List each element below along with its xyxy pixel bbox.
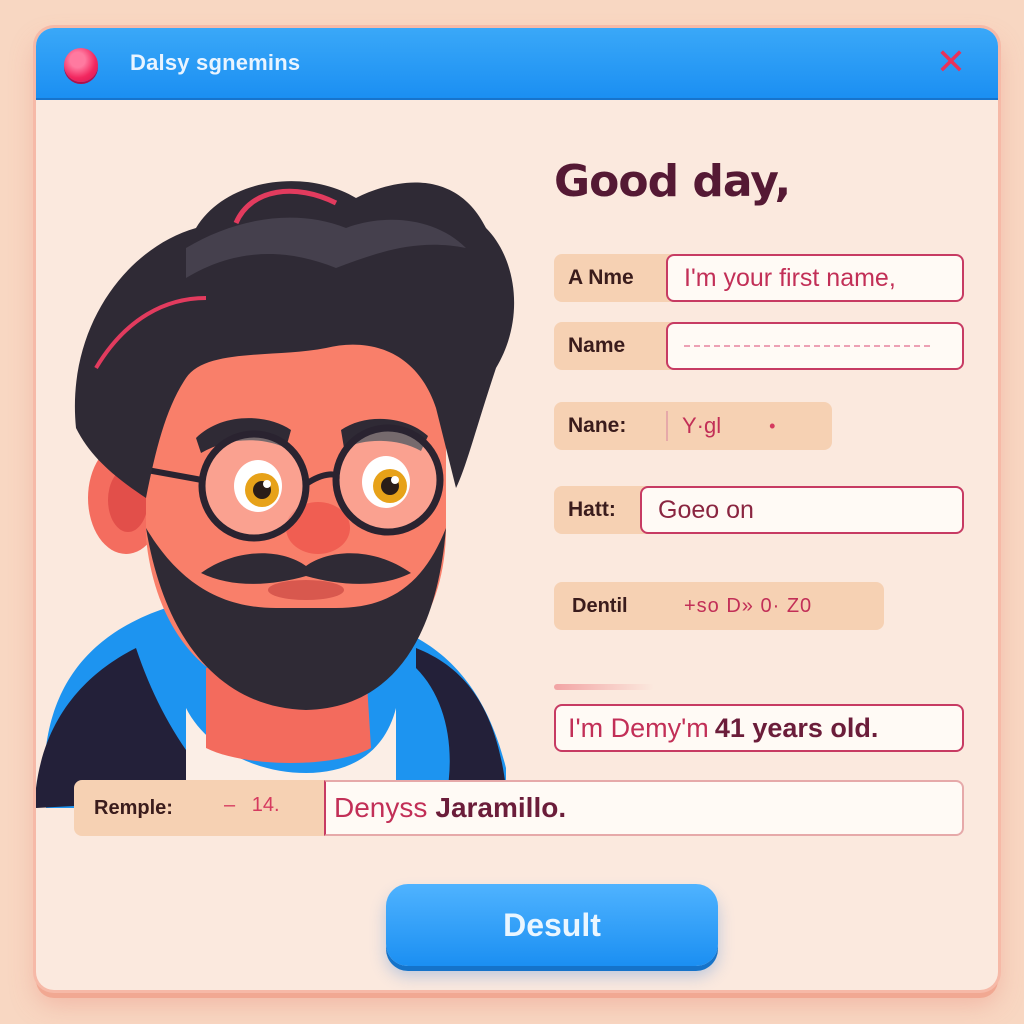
age-statement-bold: 41 years old. [714,712,879,743]
remple-value-bold: Jaramillo. [435,792,567,823]
name-row: Name [554,322,964,370]
first-name-row: A Nme I'm your first name, [554,254,964,302]
name-placeholder-line [684,345,934,347]
avatar-illustration [36,181,515,808]
dentil-row: Dentil +so D» 0· Z0 [554,582,884,630]
name-field[interactable] [666,322,964,370]
window-title: Dalsy sgnemins [130,50,301,75]
remple-number-value: 14. [251,794,280,816]
nane-value: Y·gl [682,413,722,438]
nane-divider [666,411,668,441]
app-window: Dalsy sgnemins ✕ Good day, A Nme I'm you… [36,28,998,990]
remple-field[interactable]: Denyss Jaramillo. [324,780,964,836]
remple-value-prefix: Denyss [334,792,428,823]
hatt-field[interactable]: Goeo on [640,486,964,534]
first-name-field[interactable]: I'm your first name, [666,254,964,302]
remple-number: – 14. [224,794,280,817]
decorative-line [554,684,654,690]
remple-row: Remple: – 14. Denyss Jaramillo. [74,780,964,836]
remple-label: Remple: [74,780,324,836]
first-name-label: A Nme [554,254,674,302]
dentil-label: Dentil [572,594,628,617]
greeting-heading: Good day, [554,156,791,207]
titlebar: Dalsy sgnemins ✕ [36,28,998,100]
hatt-label: Hatt: [554,486,650,534]
age-statement-field[interactable]: I'm Demy'm 41 years old. [554,704,964,752]
name-label: Name [554,322,674,370]
nane-pill[interactable]: Nane: Y·gl • [554,402,832,450]
hatt-row: Hatt: Goeo on [554,486,964,534]
nane-label: Nane: [568,414,627,437]
nane-marker: • [769,415,776,436]
nane-row: Nane: Y·gl • [554,402,832,450]
red-circle-icon [64,48,98,82]
dentil-pill[interactable]: Dentil +so D» 0· Z0 [554,582,884,630]
result-button[interactable]: Desult [386,884,718,966]
age-statement-prefix: I'm Demy'm [568,712,709,743]
remple-dash: – [224,794,236,816]
close-icon[interactable]: ✕ [934,45,968,81]
dentil-value: +so D» 0· Z0 [684,594,813,617]
